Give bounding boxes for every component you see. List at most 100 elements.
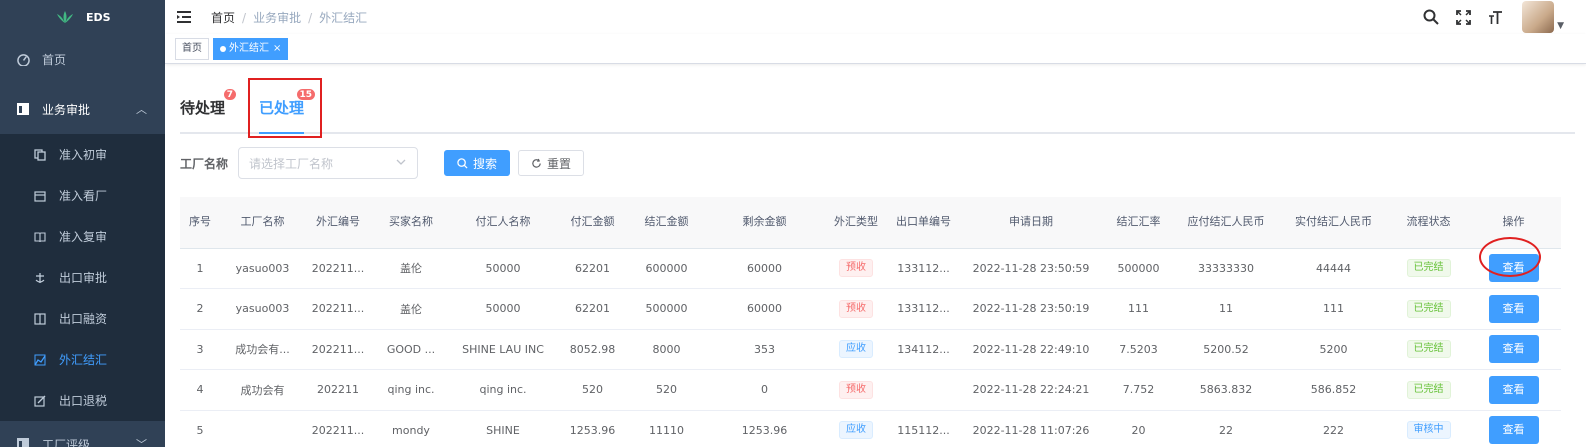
table-cell: 62201 [555, 248, 630, 289]
navbar: 首页 / 业务审批 / 外汇结汇 ▼ [165, 0, 1586, 34]
table-cell: SHINE [451, 410, 555, 447]
navbar-actions: ▼ [1408, 0, 1564, 34]
cell-text: 202211... [311, 261, 365, 275]
table-cell: 202211... [305, 248, 371, 289]
logo[interactable]: EDS [0, 0, 165, 34]
table-cell: 1253.96 [703, 410, 826, 447]
cell-text: 盖伦 [400, 302, 422, 316]
cell-text: 111 [1128, 302, 1149, 316]
table-cell: 22 [1176, 410, 1276, 447]
cell-text: 2022-11-28 23:50:59 [972, 261, 1090, 275]
view-button[interactable]: 查看 [1488, 416, 1539, 445]
sidebar-item-home[interactable]: 首页 [0, 34, 165, 84]
table-cell: 5863.832 [1176, 369, 1276, 411]
cell-text: SHINE LAU INC [462, 342, 544, 356]
sidebar-item-label: 准入初审 [59, 148, 108, 162]
logo-text: EDS [86, 10, 111, 24]
search-button[interactable]: 搜索 [444, 150, 511, 176]
hamburger-icon[interactable] [177, 10, 193, 24]
sidebar-item-4[interactable]: 出口审批 [0, 257, 165, 298]
cell-text: 2 [196, 302, 204, 316]
cell-text: 202211 [317, 383, 359, 397]
user-avatar[interactable] [1522, 1, 1555, 33]
table-cell: 已完结 [1391, 369, 1466, 411]
table-cell [886, 369, 961, 411]
sidebar-item-7[interactable]: 出口退税 [0, 380, 165, 421]
column-header: 流程状态 [1391, 197, 1466, 249]
cell-text: 7.752 [1122, 383, 1155, 397]
table-cell: 133112... [886, 248, 961, 289]
view-button[interactable]: 查看 [1488, 335, 1539, 364]
table-cell: 2 [180, 288, 220, 330]
breadcrumb: 首页 / 业务审批 / 外汇结汇 [211, 10, 368, 25]
column-header: 工厂名称 [220, 197, 305, 249]
tag-home[interactable]: 首页 [175, 37, 209, 60]
cell-text: 111 [1323, 302, 1344, 316]
breadcrumb-home[interactable]: 首页 [211, 11, 235, 25]
table-cell [220, 410, 305, 447]
breadcrumb-current: 外汇结汇 [319, 10, 368, 25]
table-cell: 3 [180, 329, 220, 370]
table-cell: 134112... [886, 329, 961, 370]
cell-text: 11 [1219, 302, 1233, 316]
column-header: 付汇金额 [555, 197, 630, 249]
table-row: 3 成功会有... 202211... GOOD ... SHINE LAU INC 80… [180, 329, 1561, 370]
cell-text: qing inc. [387, 383, 435, 397]
reset-button-label: 重置 [547, 156, 572, 171]
search-icon[interactable] [1422, 8, 1440, 26]
factory-name-select[interactable]: 请选择工厂名称 [238, 147, 419, 179]
table-cell: 133112... [886, 288, 961, 330]
table-cell: 7.752 [1101, 369, 1176, 411]
table-cell: 520 [555, 369, 630, 411]
cell-text: 8052.98 [569, 342, 616, 356]
table-cell: 500000 [630, 288, 703, 330]
breadcrumb-business[interactable]: 业务审批 [253, 11, 301, 25]
table-cell: 222 [1276, 410, 1391, 447]
chart-icon [33, 353, 47, 367]
caret-down-icon[interactable]: ▼ [1557, 21, 1564, 31]
table-cell: 11 [1176, 288, 1276, 330]
fullscreen-icon[interactable] [1454, 8, 1472, 26]
table-cell: 586.852 [1276, 369, 1391, 411]
sidebar-group-factory-rating[interactable]: 工厂评级 ﹀ [0, 421, 165, 447]
sidebar-item-6[interactable]: 外汇结汇 [0, 339, 165, 380]
cell-text: 500000 [645, 302, 688, 316]
view-button[interactable]: 查看 [1488, 294, 1539, 323]
tag-active[interactable]: 外汇结汇 × [213, 37, 289, 60]
view-button[interactable]: 查看 [1488, 375, 1539, 404]
table-cell: 查看 [1466, 410, 1561, 447]
reset-button[interactable]: 重置 [518, 150, 585, 176]
table-icon [16, 102, 30, 116]
table-cell: 500000 [1101, 248, 1176, 289]
cell-text: 202211... [311, 342, 365, 356]
book-icon [33, 230, 47, 244]
dashboard-icon [16, 52, 30, 66]
close-icon[interactable]: × [273, 39, 281, 59]
cell-text: 2022-11-28 22:24:21 [972, 383, 1090, 397]
cell-text: yasuo003 [235, 261, 290, 275]
edit-icon [33, 394, 47, 408]
cell-text: 60000 [747, 302, 782, 316]
sidebar-item-2[interactable]: 准入看厂 [0, 175, 165, 216]
table-cell: 预收 [826, 248, 886, 289]
table-cell: 查看 [1466, 369, 1561, 411]
tab-pending[interactable]: 待处理 7 [180, 84, 238, 132]
column-header: 剩余金额 [703, 197, 826, 249]
chevron-down-icon [396, 159, 406, 165]
sidebar-item-1[interactable]: 准入初审 [0, 134, 165, 175]
sidebar-item-5[interactable]: 出口融资 [0, 298, 165, 339]
table-cell: 7.5203 [1101, 329, 1176, 370]
cell-text: 202211... [311, 423, 365, 437]
sidebar-item-3[interactable]: 准入复审 [0, 216, 165, 257]
column-header: 申请日期 [961, 197, 1101, 249]
status-badge: 已完结 [1406, 299, 1451, 318]
table-cell: 353 [703, 329, 826, 370]
font-size-icon[interactable] [1486, 8, 1504, 26]
view-button[interactable]: 查看 [1488, 254, 1539, 283]
cell-text: 134112... [897, 342, 950, 356]
sidebar-group-business[interactable]: 业务审批 ︿ [0, 84, 165, 134]
cell-text: 4 [196, 383, 204, 397]
cell-text: 62201 [575, 261, 610, 275]
table-header: 序号 工厂名称 外汇编号 买家名称 付汇人名称 付汇金额 结汇金额 剩余金额 外汇类型 出口单编号… [180, 197, 1561, 249]
fx-type-tag: 应收 [839, 421, 873, 440]
